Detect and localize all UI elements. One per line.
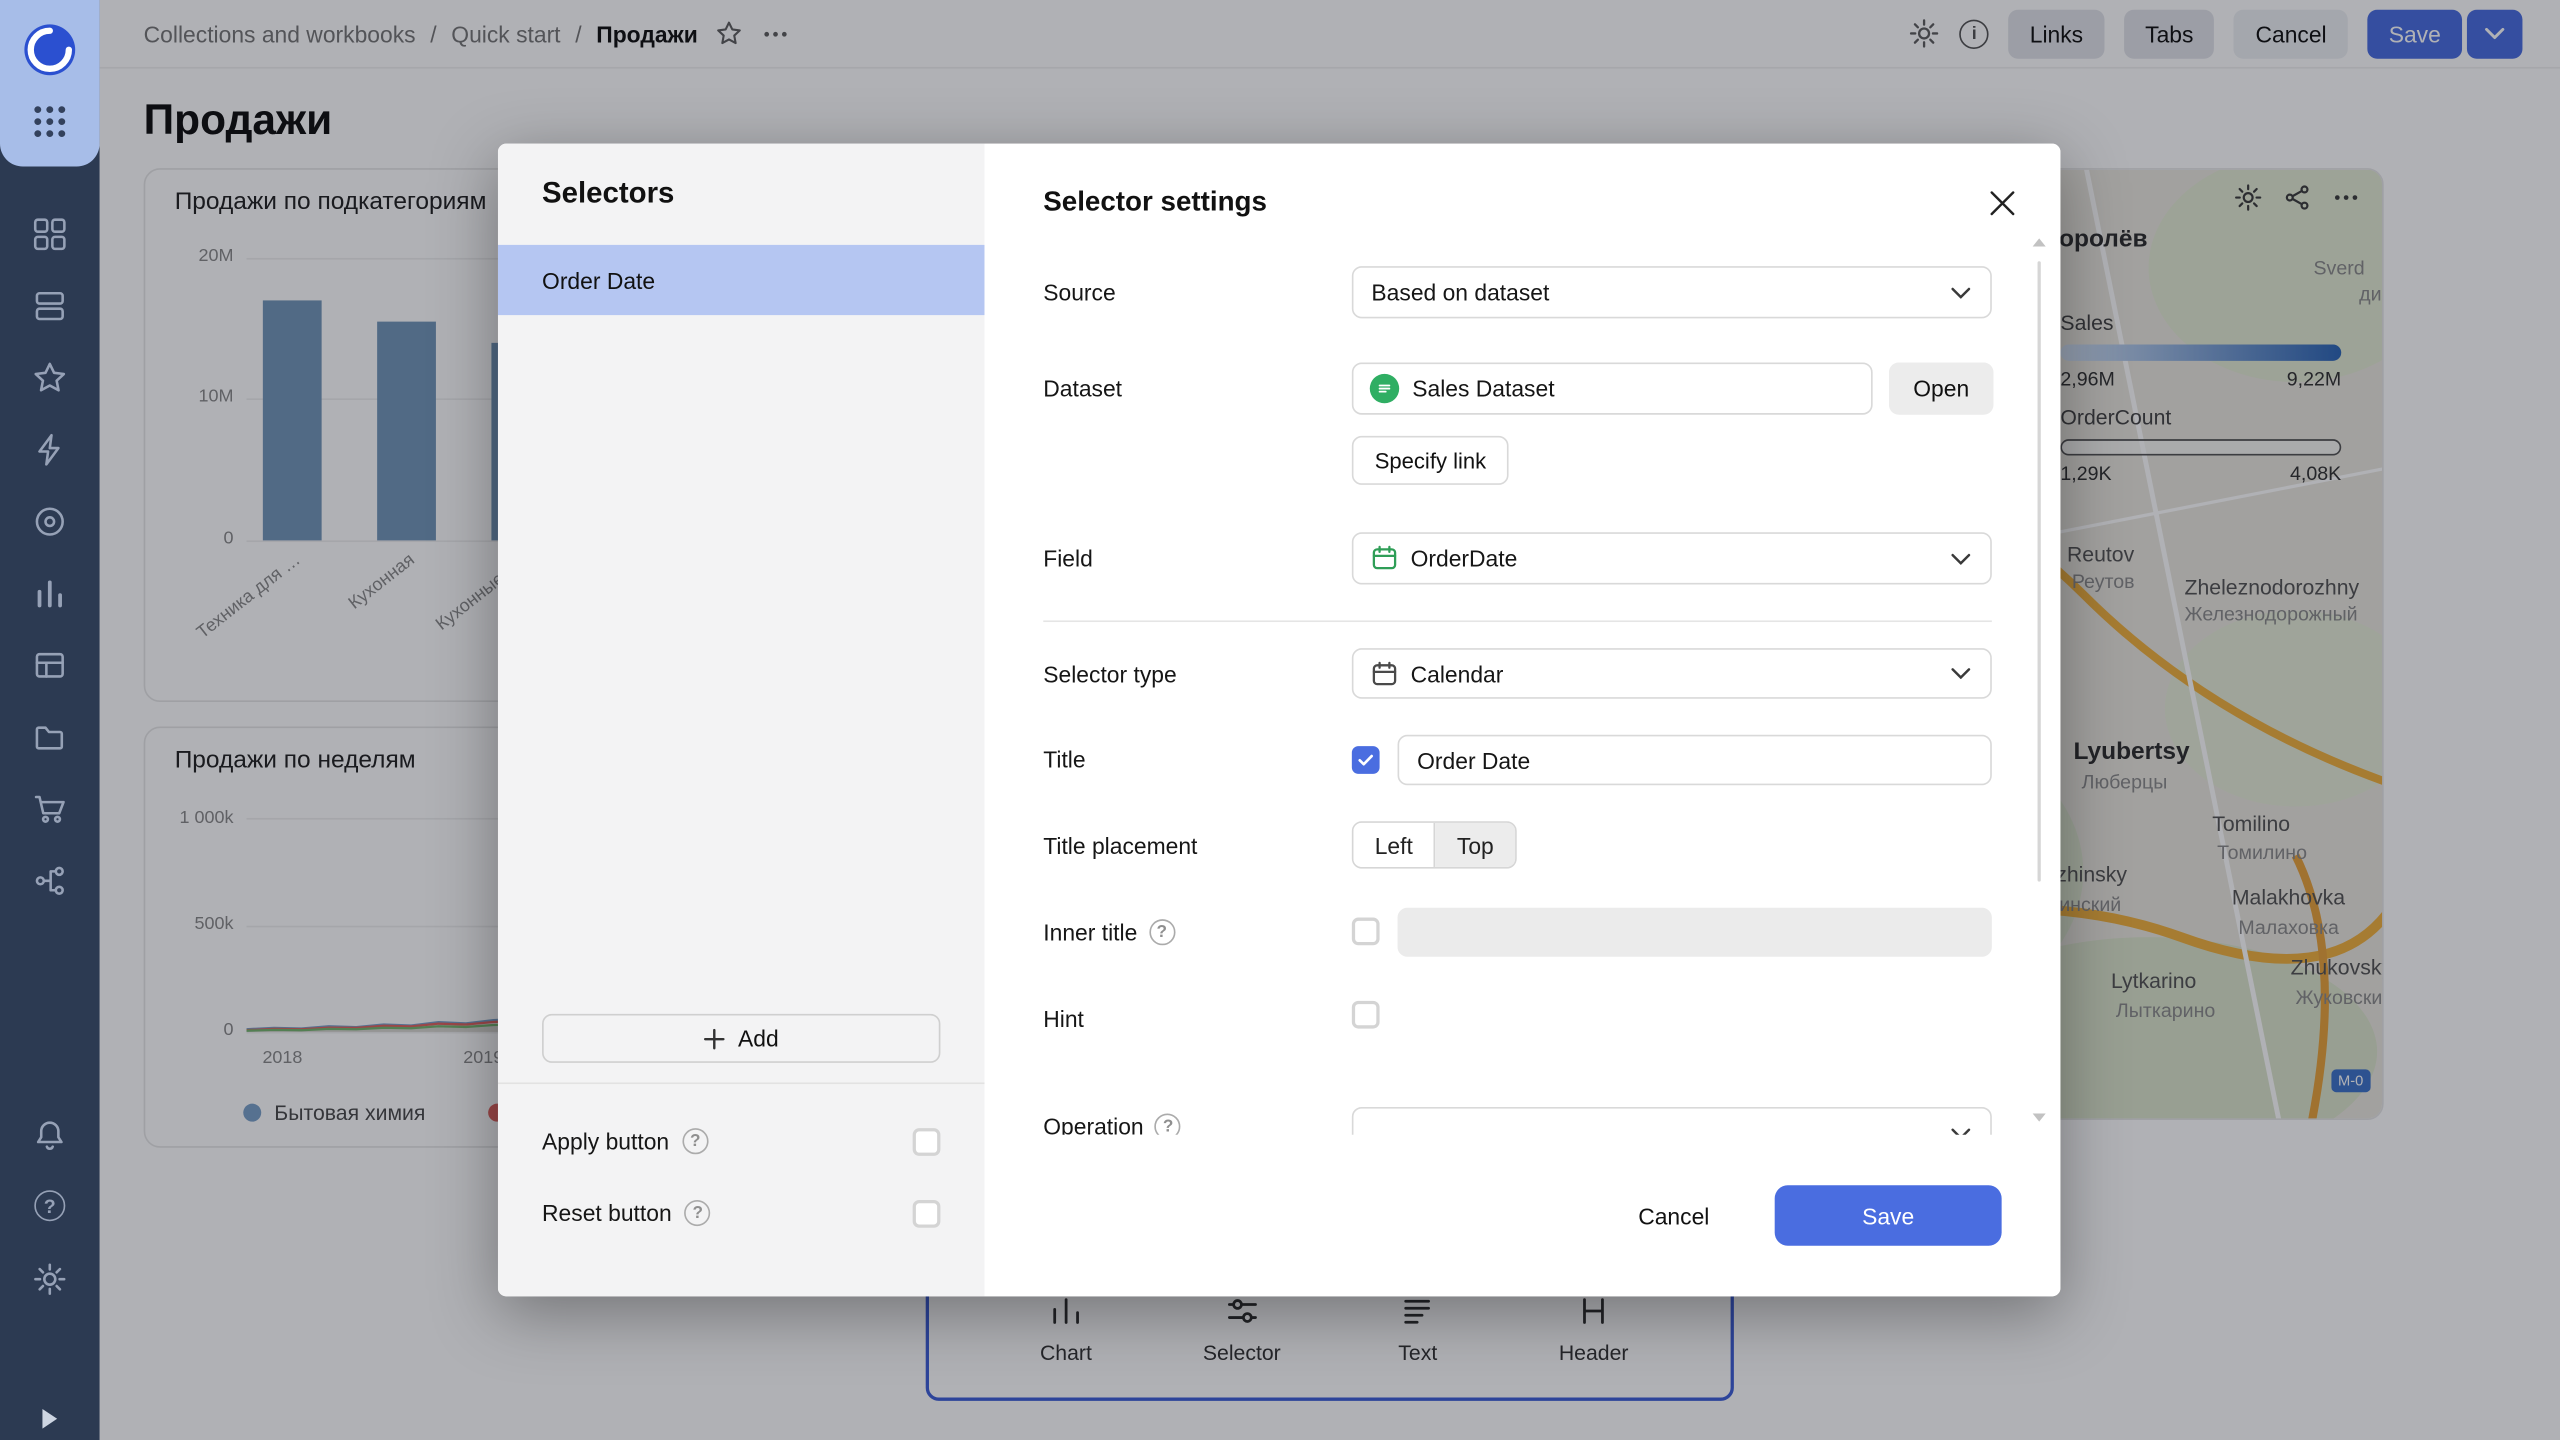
operation-label: Operation ? bbox=[1043, 1100, 1182, 1135]
inner-title-input bbox=[1397, 907, 1992, 957]
scroll-down-icon[interactable] bbox=[2032, 1113, 2046, 1122]
source-select[interactable]: Based on dataset bbox=[1351, 266, 1992, 319]
title-placement-label: Title placement bbox=[1043, 832, 1198, 859]
selector-type-label: Selector type bbox=[1043, 661, 1177, 688]
calendar-icon bbox=[1372, 545, 1397, 570]
title-placement-toggle: Left Top bbox=[1351, 821, 1517, 869]
dataset-label: Dataset bbox=[1043, 375, 1123, 402]
datalens-logo-icon bbox=[24, 24, 76, 76]
nav-collections-icon[interactable] bbox=[33, 289, 67, 323]
dataset-icon bbox=[1369, 373, 1400, 404]
sidebar: ? bbox=[0, 0, 100, 1440]
notifications-bell-icon[interactable] bbox=[33, 1118, 67, 1152]
nav-dashboards-icon[interactable] bbox=[33, 217, 67, 251]
selectors-list-panel: Selectors Order Date Add Apply button ? … bbox=[497, 143, 985, 1297]
datalens-logo[interactable] bbox=[0, 0, 100, 167]
title-input[interactable] bbox=[1397, 734, 1992, 786]
hint-checkbox[interactable] bbox=[1351, 1000, 1380, 1029]
help-icon[interactable]: ? bbox=[1155, 1113, 1182, 1135]
apply-button-checkbox[interactable] bbox=[912, 1127, 941, 1156]
field-select[interactable]: OrderDate bbox=[1351, 532, 1992, 585]
placement-top-option[interactable]: Top bbox=[1435, 822, 1515, 867]
open-dataset-button[interactable]: Open bbox=[1888, 362, 1994, 415]
inner-title-label: Inner title ? bbox=[1043, 906, 1175, 958]
help-icon[interactable]: ? bbox=[684, 1200, 711, 1227]
selector-type-select[interactable]: Calendar bbox=[1351, 648, 1992, 699]
nav-charts-icon[interactable] bbox=[33, 576, 67, 610]
reset-button-checkbox[interactable] bbox=[912, 1199, 941, 1227]
reset-button-label: Reset button bbox=[542, 1200, 672, 1227]
calendar-icon bbox=[1372, 660, 1397, 685]
divider bbox=[497, 1082, 985, 1085]
selector-list-item[interactable]: Order Date bbox=[497, 244, 985, 316]
apps-grid-icon[interactable] bbox=[33, 104, 67, 138]
screen: ? Collections and workbooks / Quick star… bbox=[0, 0, 2560, 1440]
apply-button-label: Apply button bbox=[542, 1128, 670, 1155]
nav-services-icon[interactable] bbox=[33, 864, 67, 898]
source-label: Source bbox=[1043, 279, 1116, 306]
nav-favorites-icon[interactable] bbox=[33, 361, 67, 395]
inner-title-checkbox[interactable] bbox=[1351, 917, 1380, 946]
dialog-title: Selector settings bbox=[1043, 186, 1267, 218]
help-icon[interactable]: ? bbox=[34, 1190, 66, 1222]
selector-settings-panel: Selector settings Source Based on datase… bbox=[984, 143, 2061, 1297]
expand-sidebar-icon[interactable] bbox=[42, 1408, 58, 1429]
plus-icon bbox=[704, 1028, 725, 1049]
help-icon[interactable]: ? bbox=[682, 1128, 709, 1155]
add-selector-button[interactable]: Add bbox=[542, 1013, 941, 1063]
placement-left-option[interactable]: Left bbox=[1353, 822, 1436, 867]
field-label: Field bbox=[1043, 545, 1093, 572]
settings-form: Source Based on dataset Dataset Sales Da… bbox=[984, 245, 2060, 1135]
chevron-down-icon bbox=[1951, 286, 1971, 298]
reset-button-option: Reset button ? bbox=[542, 1189, 941, 1238]
hint-label: Hint bbox=[1043, 1005, 1084, 1032]
selectors-dialog: Selectors Order Date Add Apply button ? … bbox=[497, 143, 2061, 1297]
save-button[interactable]: Save bbox=[1774, 1185, 2002, 1246]
nav-connections-icon[interactable] bbox=[33, 720, 67, 754]
title-label: Title bbox=[1043, 746, 1086, 773]
apply-button-option: Apply button ? bbox=[542, 1117, 941, 1166]
help-icon[interactable]: ? bbox=[1148, 919, 1175, 946]
operation-select[interactable] bbox=[1351, 1106, 1992, 1135]
nav-disk-icon[interactable] bbox=[33, 504, 67, 538]
chevron-down-icon bbox=[1951, 553, 1971, 565]
dialog-footer: Cancel Save bbox=[1043, 1135, 2002, 1297]
check-icon bbox=[1358, 754, 1374, 766]
scroll-up-icon[interactable] bbox=[2032, 238, 2046, 247]
chevron-down-icon bbox=[1951, 668, 1971, 680]
dataset-field[interactable]: Sales Dataset bbox=[1351, 362, 1873, 415]
specify-link-button[interactable]: Specify link bbox=[1351, 435, 1510, 485]
cancel-button[interactable]: Cancel bbox=[1628, 1189, 1719, 1241]
nav-marketplace-icon[interactable] bbox=[33, 792, 67, 826]
settings-gear-icon[interactable] bbox=[33, 1262, 67, 1296]
selectors-panel-title: Selectors bbox=[542, 176, 675, 209]
close-icon[interactable] bbox=[1982, 183, 2021, 222]
nav-datasets-icon[interactable] bbox=[33, 648, 67, 682]
chevron-down-icon bbox=[1951, 1127, 1971, 1135]
divider bbox=[1043, 620, 1992, 623]
scrollbar[interactable] bbox=[2037, 261, 2041, 882]
title-checkbox[interactable] bbox=[1351, 746, 1380, 774]
nav-editor-icon[interactable] bbox=[33, 433, 67, 467]
